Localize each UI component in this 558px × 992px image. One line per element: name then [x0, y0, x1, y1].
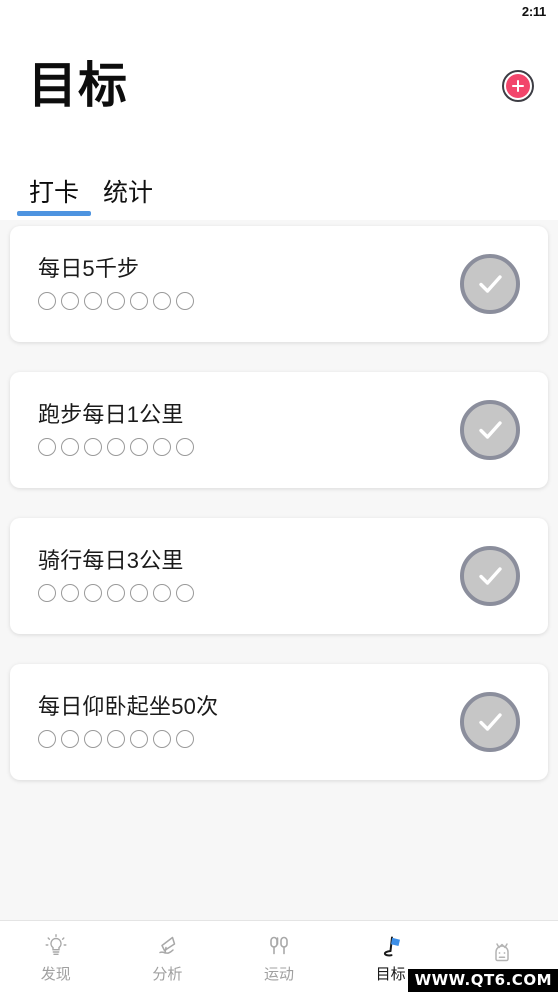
- tab-active-indicator: [17, 211, 92, 216]
- check-icon: [473, 705, 507, 739]
- progress-dot[interactable]: [176, 438, 194, 456]
- goal-progress-dots[interactable]: [38, 292, 194, 310]
- progress-dot[interactable]: [107, 438, 125, 456]
- nav-label-discover: 发现: [40, 965, 71, 983]
- progress-dot[interactable]: [38, 438, 56, 456]
- progress-dot[interactable]: [130, 438, 148, 456]
- progress-dot[interactable]: [38, 292, 56, 310]
- tab-checkin[interactable]: 打卡: [17, 179, 92, 220]
- goal-title: 每日仰卧起坐50次: [38, 694, 219, 719]
- nav-label-analysis: 分析: [152, 965, 183, 983]
- progress-dot[interactable]: [130, 584, 148, 602]
- nav-item-exercise[interactable]: 运动: [223, 921, 335, 992]
- progress-dot[interactable]: [130, 292, 148, 310]
- progress-dot[interactable]: [107, 730, 125, 748]
- progress-dot[interactable]: [38, 730, 56, 748]
- progress-dot[interactable]: [176, 730, 194, 748]
- goal-info: 每日5千步: [38, 258, 194, 310]
- goal-card[interactable]: 每日5千步: [10, 226, 548, 342]
- nav-item-discover[interactable]: 发现: [0, 921, 112, 992]
- check-icon: [473, 413, 507, 447]
- goal-title: 骑行每日3公里: [38, 548, 184, 573]
- lightbulb-icon: [41, 932, 71, 962]
- progress-dot[interactable]: [153, 292, 171, 310]
- check-icon: [473, 267, 507, 301]
- goal-title: 每日5千步: [38, 256, 140, 281]
- progress-dot[interactable]: [153, 438, 171, 456]
- progress-dot[interactable]: [84, 730, 102, 748]
- nav-item-analysis[interactable]: 分析: [112, 921, 224, 992]
- flag-icon: [376, 932, 406, 962]
- tab-bar: 打卡 统计: [0, 150, 558, 220]
- tab-checkin-label: 打卡: [29, 179, 80, 207]
- progress-dot[interactable]: [38, 584, 56, 602]
- progress-dot[interactable]: [61, 292, 79, 310]
- goal-info: 每日仰卧起坐50次: [38, 696, 218, 748]
- goal-progress-dots[interactable]: [38, 730, 218, 748]
- progress-dot[interactable]: [61, 584, 79, 602]
- goal-card[interactable]: 跑步每日1公里: [10, 372, 548, 488]
- goal-card[interactable]: 每日仰卧起坐50次: [10, 664, 548, 780]
- page-title: 目标: [28, 58, 129, 113]
- progress-dot[interactable]: [84, 438, 102, 456]
- robot-icon: [487, 939, 517, 969]
- nav-label-goals: 目标: [375, 965, 406, 983]
- tab-statistics[interactable]: 统计: [91, 181, 165, 220]
- goal-title: 跑步每日1公里: [38, 402, 184, 427]
- plus-icon: [506, 74, 530, 98]
- progress-dot[interactable]: [61, 438, 79, 456]
- goal-list: 每日5千步 跑步每日1公里 骑行每日3公里 每日仰卧起坐50次: [0, 220, 558, 920]
- goal-checkin-button[interactable]: [460, 692, 520, 752]
- progress-dot[interactable]: [84, 584, 102, 602]
- site-watermark: WWW.QT6.COM: [407, 969, 558, 992]
- progress-dot[interactable]: [153, 584, 171, 602]
- progress-dot[interactable]: [107, 292, 125, 310]
- nav-label-exercise: 运动: [263, 965, 294, 983]
- goal-progress-dots[interactable]: [38, 438, 194, 456]
- tab-statistics-label: 统计: [103, 179, 154, 207]
- progress-dot[interactable]: [176, 584, 194, 602]
- page-header: 目标: [0, 22, 558, 150]
- progress-dot[interactable]: [176, 292, 194, 310]
- goal-checkin-button[interactable]: [460, 546, 520, 606]
- progress-dot[interactable]: [130, 730, 148, 748]
- progress-dot[interactable]: [61, 730, 79, 748]
- check-icon: [473, 559, 507, 593]
- goal-card[interactable]: 骑行每日3公里: [10, 518, 548, 634]
- progress-dot[interactable]: [153, 730, 171, 748]
- progress-dot[interactable]: [84, 292, 102, 310]
- add-goal-button[interactable]: [502, 70, 534, 102]
- progress-dot[interactable]: [107, 584, 125, 602]
- earbuds-icon: [264, 932, 294, 962]
- goal-info: 骑行每日3公里: [38, 550, 194, 602]
- goal-checkin-button[interactable]: [460, 400, 520, 460]
- pen-chart-icon: [152, 932, 182, 962]
- goal-info: 跑步每日1公里: [38, 404, 194, 456]
- goal-progress-dots[interactable]: [38, 584, 194, 602]
- status-bar-time: 2:11: [521, 3, 546, 19]
- status-bar: 2:11: [0, 0, 558, 22]
- goal-checkin-button[interactable]: [460, 254, 520, 314]
